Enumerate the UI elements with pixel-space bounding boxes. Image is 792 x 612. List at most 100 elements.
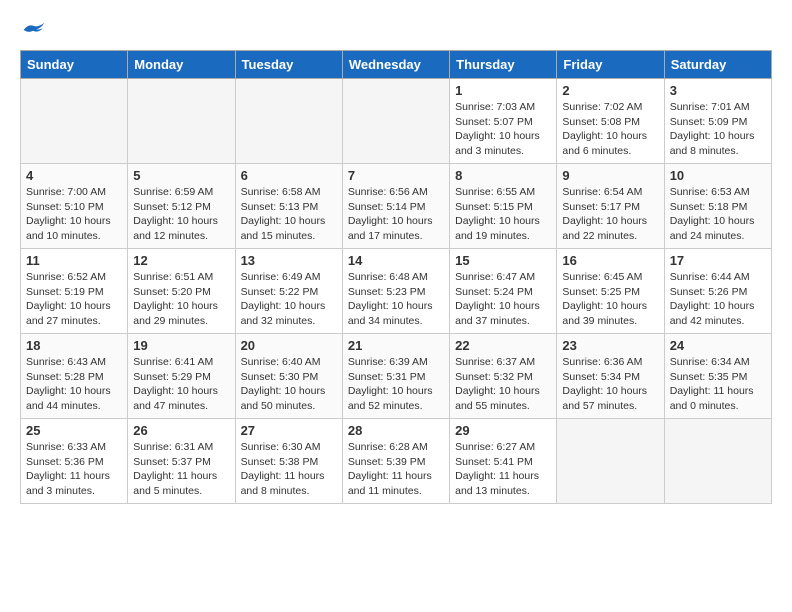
calendar-cell: 24 Sunrise: 6:34 AM Sunset: 5:35 PM Dayli… xyxy=(664,334,771,419)
day-number: 7 xyxy=(348,168,444,183)
day-number: 9 xyxy=(562,168,658,183)
column-header-monday: Monday xyxy=(128,51,235,79)
day-number: 4 xyxy=(26,168,122,183)
day-number: 11 xyxy=(26,253,122,268)
day-number: 28 xyxy=(348,423,444,438)
day-info: Sunrise: 6:41 AM Sunset: 5:29 PM Dayligh… xyxy=(133,355,229,414)
day-number: 29 xyxy=(455,423,551,438)
calendar-cell: 11 Sunrise: 6:52 AM Sunset: 5:19 PM Dayli… xyxy=(21,249,128,334)
calendar-cell: 15 Sunrise: 6:47 AM Sunset: 5:24 PM Dayli… xyxy=(450,249,557,334)
column-header-tuesday: Tuesday xyxy=(235,51,342,79)
day-info: Sunrise: 6:36 AM Sunset: 5:34 PM Dayligh… xyxy=(562,355,658,414)
calendar-cell: 27 Sunrise: 6:30 AM Sunset: 5:38 PM Dayli… xyxy=(235,419,342,504)
day-info: Sunrise: 6:47 AM Sunset: 5:24 PM Dayligh… xyxy=(455,270,551,329)
day-info: Sunrise: 6:28 AM Sunset: 5:39 PM Dayligh… xyxy=(348,440,444,499)
day-info: Sunrise: 7:01 AM Sunset: 5:09 PM Dayligh… xyxy=(670,100,766,159)
calendar-week-4: 18 Sunrise: 6:43 AM Sunset: 5:28 PM Dayli… xyxy=(21,334,772,419)
day-number: 2 xyxy=(562,83,658,98)
day-number: 10 xyxy=(670,168,766,183)
column-header-sunday: Sunday xyxy=(21,51,128,79)
calendar-week-2: 4 Sunrise: 7:00 AM Sunset: 5:10 PM Daylig… xyxy=(21,164,772,249)
calendar-cell: 22Sunrise: 6:37 AM Sunset: 5:32 PM Dayli… xyxy=(450,334,557,419)
day-number: 27 xyxy=(241,423,337,438)
day-info: Sunrise: 6:39 AM Sunset: 5:31 PM Dayligh… xyxy=(348,355,444,414)
day-info: Sunrise: 6:51 AM Sunset: 5:20 PM Dayligh… xyxy=(133,270,229,329)
calendar-cell: 4 Sunrise: 7:00 AM Sunset: 5:10 PM Daylig… xyxy=(21,164,128,249)
calendar-cell: 13 Sunrise: 6:49 AM Sunset: 5:22 PM Dayli… xyxy=(235,249,342,334)
calendar-cell xyxy=(21,79,128,164)
day-number: 17 xyxy=(670,253,766,268)
day-info: Sunrise: 6:30 AM Sunset: 5:38 PM Dayligh… xyxy=(241,440,337,499)
column-header-saturday: Saturday xyxy=(664,51,771,79)
calendar-cell: 6Sunrise: 6:58 AM Sunset: 5:13 PM Daylig… xyxy=(235,164,342,249)
day-info: Sunrise: 6:40 AM Sunset: 5:30 PM Dayligh… xyxy=(241,355,337,414)
day-info: Sunrise: 6:43 AM Sunset: 5:28 PM Dayligh… xyxy=(26,355,122,414)
day-info: Sunrise: 7:00 AM Sunset: 5:10 PM Dayligh… xyxy=(26,185,122,244)
calendar-cell: 14 Sunrise: 6:48 AM Sunset: 5:23 PM Dayli… xyxy=(342,249,449,334)
calendar-cell: 7 Sunrise: 6:56 AM Sunset: 5:14 PM Daylig… xyxy=(342,164,449,249)
day-info: Sunrise: 6:56 AM Sunset: 5:14 PM Dayligh… xyxy=(348,185,444,244)
calendar-week-5: 25 Sunrise: 6:33 AM Sunset: 5:36 PM Dayli… xyxy=(21,419,772,504)
day-number: 16 xyxy=(562,253,658,268)
day-number: 21 xyxy=(348,338,444,353)
day-info: Sunrise: 6:55 AM Sunset: 5:15 PM Dayligh… xyxy=(455,185,551,244)
day-info: Sunrise: 6:53 AM Sunset: 5:18 PM Dayligh… xyxy=(670,185,766,244)
day-number: 13 xyxy=(241,253,337,268)
calendar-cell: 16 Sunrise: 6:45 AM Sunset: 5:25 PM Dayli… xyxy=(557,249,664,334)
day-info: Sunrise: 6:49 AM Sunset: 5:22 PM Dayligh… xyxy=(241,270,337,329)
day-info: Sunrise: 6:33 AM Sunset: 5:36 PM Dayligh… xyxy=(26,440,122,499)
day-info: Sunrise: 6:34 AM Sunset: 5:35 PM Dayligh… xyxy=(670,355,766,414)
calendar-cell: 17Sunrise: 6:44 AM Sunset: 5:26 PM Dayli… xyxy=(664,249,771,334)
calendar-cell: 3 Sunrise: 7:01 AM Sunset: 5:09 PM Daylig… xyxy=(664,79,771,164)
calendar-cell: 21 Sunrise: 6:39 AM Sunset: 5:31 PM Dayli… xyxy=(342,334,449,419)
column-header-friday: Friday xyxy=(557,51,664,79)
calendar-week-3: 11 Sunrise: 6:52 AM Sunset: 5:19 PM Dayli… xyxy=(21,249,772,334)
day-info: Sunrise: 6:52 AM Sunset: 5:19 PM Dayligh… xyxy=(26,270,122,329)
calendar-cell: 18 Sunrise: 6:43 AM Sunset: 5:28 PM Dayli… xyxy=(21,334,128,419)
day-number: 15 xyxy=(455,253,551,268)
day-number: 19 xyxy=(133,338,229,353)
day-number: 23 xyxy=(562,338,658,353)
day-info: Sunrise: 6:59 AM Sunset: 5:12 PM Dayligh… xyxy=(133,185,229,244)
calendar-cell: 1 Sunrise: 7:03 AM Sunset: 5:07 PM Daylig… xyxy=(450,79,557,164)
day-info: Sunrise: 6:31 AM Sunset: 5:37 PM Dayligh… xyxy=(133,440,229,499)
calendar-cell: 26 Sunrise: 6:31 AM Sunset: 5:37 PM Dayli… xyxy=(128,419,235,504)
column-header-wednesday: Wednesday xyxy=(342,51,449,79)
calendar-cell xyxy=(128,79,235,164)
day-number: 3 xyxy=(670,83,766,98)
logo-bird-icon xyxy=(22,20,46,40)
day-info: Sunrise: 6:27 AM Sunset: 5:41 PM Dayligh… xyxy=(455,440,551,499)
calendar-cell: 12 Sunrise: 6:51 AM Sunset: 5:20 PM Dayli… xyxy=(128,249,235,334)
calendar-cell: 9 Sunrise: 6:54 AM Sunset: 5:17 PM Daylig… xyxy=(557,164,664,249)
calendar-cell: 29 Sunrise: 6:27 AM Sunset: 5:41 PM Dayli… xyxy=(450,419,557,504)
calendar-cell: 25 Sunrise: 6:33 AM Sunset: 5:36 PM Dayli… xyxy=(21,419,128,504)
calendar-cell xyxy=(235,79,342,164)
day-number: 26 xyxy=(133,423,229,438)
calendar-week-1: 1 Sunrise: 7:03 AM Sunset: 5:07 PM Daylig… xyxy=(21,79,772,164)
day-info: Sunrise: 7:02 AM Sunset: 5:08 PM Dayligh… xyxy=(562,100,658,159)
day-number: 14 xyxy=(348,253,444,268)
calendar-cell: 19 Sunrise: 6:41 AM Sunset: 5:29 PM Dayli… xyxy=(128,334,235,419)
calendar-cell: 5Sunrise: 6:59 AM Sunset: 5:12 PM Daylig… xyxy=(128,164,235,249)
calendar-cell: 8 Sunrise: 6:55 AM Sunset: 5:15 PM Daylig… xyxy=(450,164,557,249)
day-number: 25 xyxy=(26,423,122,438)
logo xyxy=(20,20,48,40)
calendar-cell: 28 Sunrise: 6:28 AM Sunset: 5:39 PM Dayli… xyxy=(342,419,449,504)
calendar-cell: 10 Sunrise: 6:53 AM Sunset: 5:18 PM Dayli… xyxy=(664,164,771,249)
column-header-thursday: Thursday xyxy=(450,51,557,79)
calendar-cell xyxy=(557,419,664,504)
calendar-cell: 23 Sunrise: 6:36 AM Sunset: 5:34 PM Dayli… xyxy=(557,334,664,419)
day-number: 12 xyxy=(133,253,229,268)
day-info: Sunrise: 6:45 AM Sunset: 5:25 PM Dayligh… xyxy=(562,270,658,329)
calendar-table: SundayMondayTuesdayWednesdayThursdayFrid… xyxy=(20,50,772,504)
day-number: 24 xyxy=(670,338,766,353)
day-number: 8 xyxy=(455,168,551,183)
day-info: Sunrise: 6:54 AM Sunset: 5:17 PM Dayligh… xyxy=(562,185,658,244)
day-info: Sunrise: 7:03 AM Sunset: 5:07 PM Dayligh… xyxy=(455,100,551,159)
day-number: 1 xyxy=(455,83,551,98)
day-info: Sunrise: 6:48 AM Sunset: 5:23 PM Dayligh… xyxy=(348,270,444,329)
calendar-header-row: SundayMondayTuesdayWednesdayThursdayFrid… xyxy=(21,51,772,79)
calendar-cell xyxy=(342,79,449,164)
day-number: 18 xyxy=(26,338,122,353)
page-header xyxy=(20,20,772,40)
